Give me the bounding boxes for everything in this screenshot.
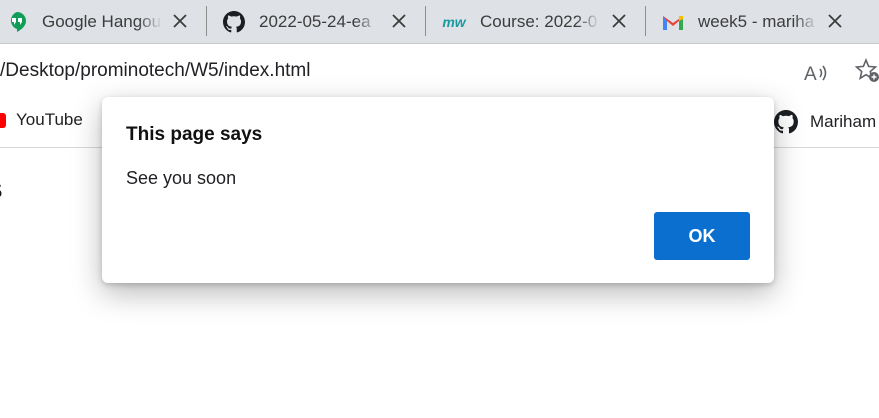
tab-strip: Google Hangouts 2022-05-24-ea mw Course:… xyxy=(0,0,879,44)
dialog-message: See you soon xyxy=(126,168,237,188)
tab-course[interactable]: mw Course: 2022-0 xyxy=(426,0,644,43)
tab-gmail[interactable]: week5 - mariha xyxy=(646,0,860,43)
mw-logo-icon: mw xyxy=(442,13,466,30)
tab-title: Google Hangouts xyxy=(42,11,162,31)
tab-google-hangouts[interactable]: Google Hangouts xyxy=(0,0,205,43)
address-bar[interactable]: /Desktop/prominotech/W5/index.html xyxy=(0,44,879,98)
tab-github-repo[interactable]: 2022-05-24-ea xyxy=(207,0,424,43)
tab-title: Course: 2022-0 xyxy=(480,11,598,31)
page-heading: s xyxy=(0,172,3,206)
alert-dialog: This page says See you soon OK xyxy=(102,97,774,283)
bookmark-label: YouTube xyxy=(16,110,83,129)
youtube-icon xyxy=(0,112,6,128)
close-icon[interactable] xyxy=(824,10,846,32)
dialog-title: This page says xyxy=(126,124,263,145)
bookmark-label: Mariham xyxy=(810,112,877,131)
gmail-icon xyxy=(662,11,684,33)
add-favorite-icon[interactable] xyxy=(854,57,879,89)
read-aloud-icon[interactable]: A xyxy=(803,60,829,91)
close-icon[interactable] xyxy=(169,10,191,32)
google-hangouts-icon xyxy=(6,11,28,33)
tab-title: week5 - mariha xyxy=(698,11,815,31)
close-icon[interactable] xyxy=(608,10,630,32)
svg-text:A: A xyxy=(804,64,817,85)
ok-button[interactable]: OK xyxy=(654,212,750,260)
url-text[interactable]: /Desktop/prominotech/W5/index.html xyxy=(0,60,310,82)
bookmark-youtube[interactable]: YouTube xyxy=(0,110,83,130)
close-icon[interactable] xyxy=(388,10,410,32)
github-icon xyxy=(223,10,245,33)
bookmark-mariham[interactable]: Mariham xyxy=(774,110,876,134)
tab-title: 2022-05-24-ea xyxy=(259,11,371,31)
github-icon xyxy=(774,110,798,134)
